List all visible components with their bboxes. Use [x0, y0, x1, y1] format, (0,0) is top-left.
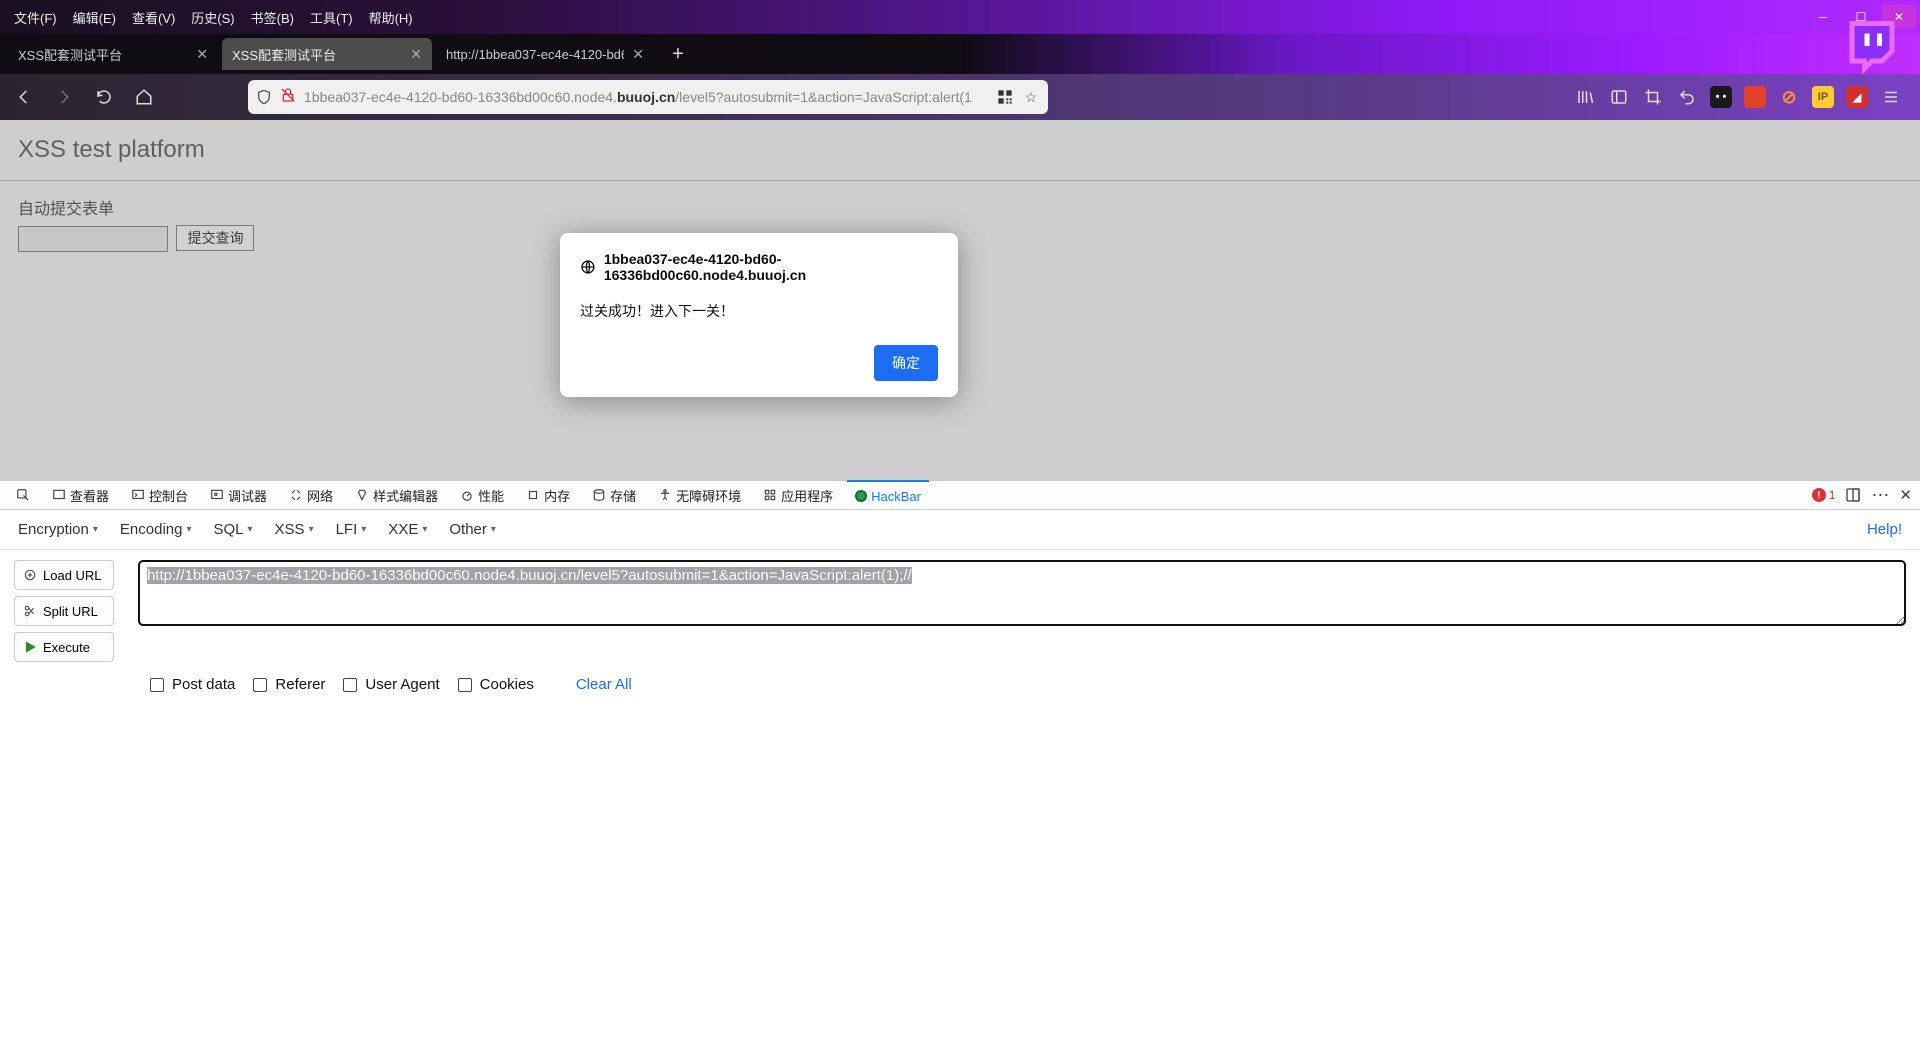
globe-icon — [580, 258, 596, 276]
hackbar-options: Post data Referer User Agent Cookies Cle… — [0, 672, 1920, 711]
new-tab-button[interactable]: + — [664, 40, 692, 68]
menu-help[interactable]: 帮助(H) — [361, 4, 421, 31]
dock-icon[interactable] — [1845, 487, 1861, 503]
window-minimize-button[interactable]: ─ — [1806, 5, 1840, 29]
extension-ip-icon[interactable]: IP — [1810, 84, 1836, 110]
devtools-tab-debugger[interactable]: 调试器 — [202, 486, 275, 505]
extension-icon-3[interactable]: ◢ — [1844, 84, 1870, 110]
qr-icon[interactable] — [996, 88, 1014, 106]
dialog-ok-button[interactable]: 确定 — [874, 345, 938, 381]
devtools-tabstrip: 查看器 控制台 调试器 网络 样式编辑器 性能 内存 存储 无障碍环境 应用程序… — [0, 480, 1920, 510]
extension-icon-1[interactable]: • • — [1708, 84, 1734, 110]
devtools-tab-performance[interactable]: 性能 — [452, 486, 512, 505]
navigation-bar: 1bbea037-ec4e-4120-bd60-16336bd00c60.nod… — [0, 74, 1920, 120]
back-button[interactable] — [8, 81, 40, 113]
hackbar-split-url-button[interactable]: Split URL — [14, 596, 114, 626]
devtools-tab-storage[interactable]: 存储 — [584, 486, 644, 505]
hackbar-opt-referer[interactable]: Referer — [253, 676, 325, 693]
menu-view[interactable]: 查看(V) — [124, 4, 183, 31]
hackbar-menubar: Encryption▾ Encoding▾ SQL▾ XSS▾ LFI▾ XXE… — [0, 510, 1920, 550]
hackbar-body: Load URL Split URL Execute — [0, 550, 1920, 672]
hackbar-opt-useragent[interactable]: User Agent — [343, 676, 439, 693]
tab-close-icon[interactable]: ✕ — [624, 46, 644, 63]
devtools-tab-network[interactable]: 网络 — [281, 486, 341, 505]
alert-dialog: 1bbea037-ec4e-4120-bd60-16336bd00c60.nod… — [560, 233, 958, 397]
hackbar-execute-button[interactable]: Execute — [14, 632, 114, 662]
insecure-lock-icon — [280, 87, 296, 107]
dialog-message: 过关成功！进入下一关！ — [580, 301, 938, 321]
tab-label: http://1bbea037-ec4e-4120-bd6 — [446, 47, 624, 62]
hackbar-menu-sql[interactable]: SQL▾ — [214, 521, 253, 538]
page-viewport: XSS test platform 自动提交表单 提交查询 — [0, 120, 1920, 480]
execute-icon — [23, 640, 37, 654]
tab-close-icon[interactable]: ✕ — [402, 46, 422, 63]
form-label: 自动提交表单 — [18, 195, 1902, 219]
hackbar-menu-encryption[interactable]: Encryption▾ — [18, 521, 98, 538]
menu-edit[interactable]: 编辑(E) — [65, 4, 124, 31]
devtools-tab-memory[interactable]: 内存 — [518, 486, 578, 505]
load-icon — [23, 568, 37, 582]
toolbar-extensions: • • ⊘ IP ◢ — [1572, 84, 1912, 110]
hackbar-menu-other[interactable]: Other▾ — [449, 521, 496, 538]
url-text: 1bbea037-ec4e-4120-bd60-16336bd00c60.nod… — [304, 89, 988, 105]
app-menu-button[interactable] — [1878, 84, 1904, 110]
tab-strip: XSS配套测试平台 ✕ XSS配套测试平台 ✕ http://1bbea037-… — [0, 34, 1920, 74]
hackbar-url-input[interactable] — [138, 560, 1906, 626]
error-count-badge[interactable]: !1 — [1812, 488, 1836, 502]
hackbar-load-url-button[interactable]: Load URL — [14, 560, 114, 590]
reload-button[interactable] — [88, 81, 120, 113]
devtools-tab-accessibility[interactable]: 无障碍环境 — [650, 486, 749, 505]
menu-tools[interactable]: 工具(T) — [302, 4, 361, 31]
undo-icon[interactable] — [1674, 84, 1700, 110]
devtools-tab-inspector[interactable]: 查看器 — [44, 486, 117, 505]
browser-tab[interactable]: XSS配套测试平台 ✕ — [8, 38, 218, 70]
os-menubar: 文件(F) 编辑(E) 查看(V) 历史(S) 书签(B) 工具(T) 帮助(H… — [0, 0, 1920, 34]
tab-label: XSS配套测试平台 — [232, 45, 402, 64]
sidebar-icon[interactable] — [1606, 84, 1632, 110]
hackbar-menu-encoding[interactable]: Encoding▾ — [120, 521, 192, 538]
devtools-picker-icon[interactable] — [8, 488, 38, 502]
dialog-domain: 1bbea037-ec4e-4120-bd60-16336bd00c60.nod… — [604, 251, 938, 283]
hackbar-menu-xxe[interactable]: XXE▾ — [388, 521, 427, 538]
devtools-tab-application[interactable]: 应用程序 — [755, 486, 841, 505]
hackbar-dot-icon — [855, 490, 867, 502]
page-content: XSS test platform 自动提交表单 提交查询 — [0, 120, 1920, 266]
bookmark-star-icon[interactable]: ☆ — [1022, 88, 1040, 106]
submit-button[interactable]: 提交查询 — [176, 225, 254, 251]
url-bar[interactable]: 1bbea037-ec4e-4120-bd60-16336bd00c60.nod… — [248, 80, 1048, 114]
auto-submit-input[interactable] — [18, 226, 168, 252]
menu-bookmarks[interactable]: 书签(B) — [243, 4, 302, 31]
hackbar-opt-postdata[interactable]: Post data — [150, 676, 235, 693]
hackbar-help-link[interactable]: Help! — [1867, 521, 1902, 538]
library-icon[interactable] — [1572, 84, 1598, 110]
hackbar-opt-cookies[interactable]: Cookies — [458, 676, 534, 693]
hackbar-menu-xss[interactable]: XSS▾ — [275, 521, 314, 538]
hackbar-menu-lfi[interactable]: LFI▾ — [336, 521, 367, 538]
devtools-tab-console[interactable]: 控制台 — [123, 486, 196, 505]
tab-close-icon[interactable]: ✕ — [188, 46, 208, 63]
shield-icon — [256, 89, 272, 105]
devtools-more-icon[interactable]: ⋯ — [1871, 485, 1889, 506]
menu-history[interactable]: 历史(S) — [183, 4, 242, 31]
extension-icon-2[interactable] — [1742, 84, 1768, 110]
page-title: XSS test platform — [0, 120, 1920, 181]
twitch-icon — [1842, 16, 1902, 76]
home-button[interactable] — [128, 81, 160, 113]
browser-tab-active[interactable]: XSS配套测试平台 ✕ — [222, 38, 432, 70]
devtools-close-icon[interactable]: ✕ — [1899, 486, 1912, 504]
extension-noscript-icon[interactable]: ⊘ — [1776, 84, 1802, 110]
menu-file[interactable]: 文件(F) — [6, 4, 65, 31]
devtools-tab-style[interactable]: 样式编辑器 — [347, 486, 446, 505]
split-icon — [23, 604, 37, 618]
forward-button[interactable] — [48, 81, 80, 113]
tab-label: XSS配套测试平台 — [18, 45, 188, 64]
hackbar-clear-all-link[interactable]: Clear All — [576, 676, 632, 693]
browser-tab[interactable]: http://1bbea037-ec4e-4120-bd6 ✕ — [436, 38, 654, 70]
crop-icon[interactable] — [1640, 84, 1666, 110]
devtools-tab-hackbar[interactable]: HackBar — [847, 480, 929, 510]
